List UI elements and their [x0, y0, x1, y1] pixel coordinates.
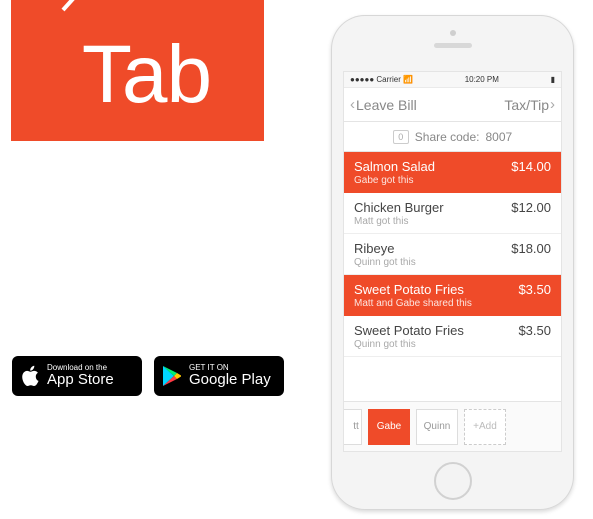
item-price: $14.00 — [511, 159, 551, 174]
phone-camera — [450, 30, 456, 36]
app-store-button[interactable]: Download on the App Store — [12, 356, 142, 396]
item-price: $18.00 — [511, 241, 551, 256]
nav-forward[interactable]: Tax/Tip › — [504, 96, 555, 113]
bill-item-row[interactable]: Sweet Potato Fries $3.50Matt and Gabe sha… — [344, 275, 561, 316]
google-play-icon — [162, 365, 182, 387]
apple-icon — [20, 364, 40, 388]
google-play-text: GET IT ON Google Play — [189, 364, 271, 389]
phone-mockup: ●●●●● Carrier 📶 10:20 PM ▮ ‹ Leave Bill … — [331, 15, 574, 510]
chevron-right-icon: › — [550, 96, 555, 113]
people-bar: tt GabeQuinn +Add — [344, 401, 561, 451]
item-subtext: Quinn got this — [354, 257, 551, 268]
person-chip[interactable]: Quinn — [416, 409, 458, 445]
store-buttons-row: Download on the App Store GET IT ON Goog… — [12, 356, 284, 396]
bill-item-row[interactable]: Ribeye $18.00Quinn got this — [344, 234, 561, 275]
share-count-badge: 0 — [393, 130, 409, 144]
item-name: Salmon Salad — [354, 159, 435, 174]
person-chip[interactable]: Gabe — [368, 409, 410, 445]
share-code: 8007 — [486, 130, 513, 144]
nav-back-label: Leave Bill — [356, 97, 417, 113]
item-price: $3.50 — [518, 323, 551, 338]
nav-forward-label: Tax/Tip — [504, 97, 549, 113]
item-price: $3.50 — [518, 282, 551, 297]
logo-text: Tab — [82, 34, 211, 116]
google-play-button[interactable]: GET IT ON Google Play — [154, 356, 284, 396]
status-carrier: ●●●●● Carrier 📶 — [350, 75, 413, 84]
chevron-left-icon: ‹ — [350, 96, 355, 113]
status-time: 10:20 PM — [465, 75, 499, 84]
bill-item-row[interactable]: Chicken Burger $12.00Matt got this — [344, 193, 561, 234]
app-store-text: Download on the App Store — [47, 364, 114, 389]
nav-bar: ‹ Leave Bill Tax/Tip › — [344, 88, 561, 122]
item-price: $12.00 — [511, 200, 551, 215]
add-person-button[interactable]: +Add — [464, 409, 506, 445]
item-subtext: Matt and Gabe shared this — [354, 298, 551, 309]
bill-items-list[interactable]: Salmon Salad $14.00Gabe got this Chicken B… — [344, 152, 561, 401]
status-battery: ▮ — [551, 75, 555, 84]
phone-screen: ●●●●● Carrier 📶 10:20 PM ▮ ‹ Leave Bill … — [343, 71, 562, 452]
item-name: Sweet Potato Fries — [354, 282, 464, 297]
share-code-row: 0 Share code: 8007 — [344, 122, 561, 152]
google-play-big: Google Play — [189, 372, 271, 389]
item-subtext: Matt got this — [354, 216, 551, 227]
status-bar: ●●●●● Carrier 📶 10:20 PM ▮ — [344, 72, 561, 88]
item-name: Chicken Burger — [354, 200, 444, 215]
nav-back[interactable]: ‹ Leave Bill — [350, 96, 417, 113]
home-button[interactable] — [434, 462, 472, 500]
item-subtext: Gabe got this — [354, 175, 551, 186]
item-name: Sweet Potato Fries — [354, 323, 464, 338]
logo-slash — [62, 0, 94, 11]
tab-logo-block: Tab — [11, 0, 264, 141]
share-label: Share code: — [415, 130, 480, 144]
item-name: Ribeye — [354, 241, 394, 256]
item-subtext: Quinn got this — [354, 339, 551, 350]
phone-speaker — [434, 43, 472, 48]
person-chip-partial[interactable]: tt — [343, 409, 362, 445]
bill-item-row[interactable]: Salmon Salad $14.00Gabe got this — [344, 152, 561, 193]
app-store-big: App Store — [47, 372, 114, 389]
bill-item-row[interactable]: Sweet Potato Fries $3.50Quinn got this — [344, 316, 561, 357]
